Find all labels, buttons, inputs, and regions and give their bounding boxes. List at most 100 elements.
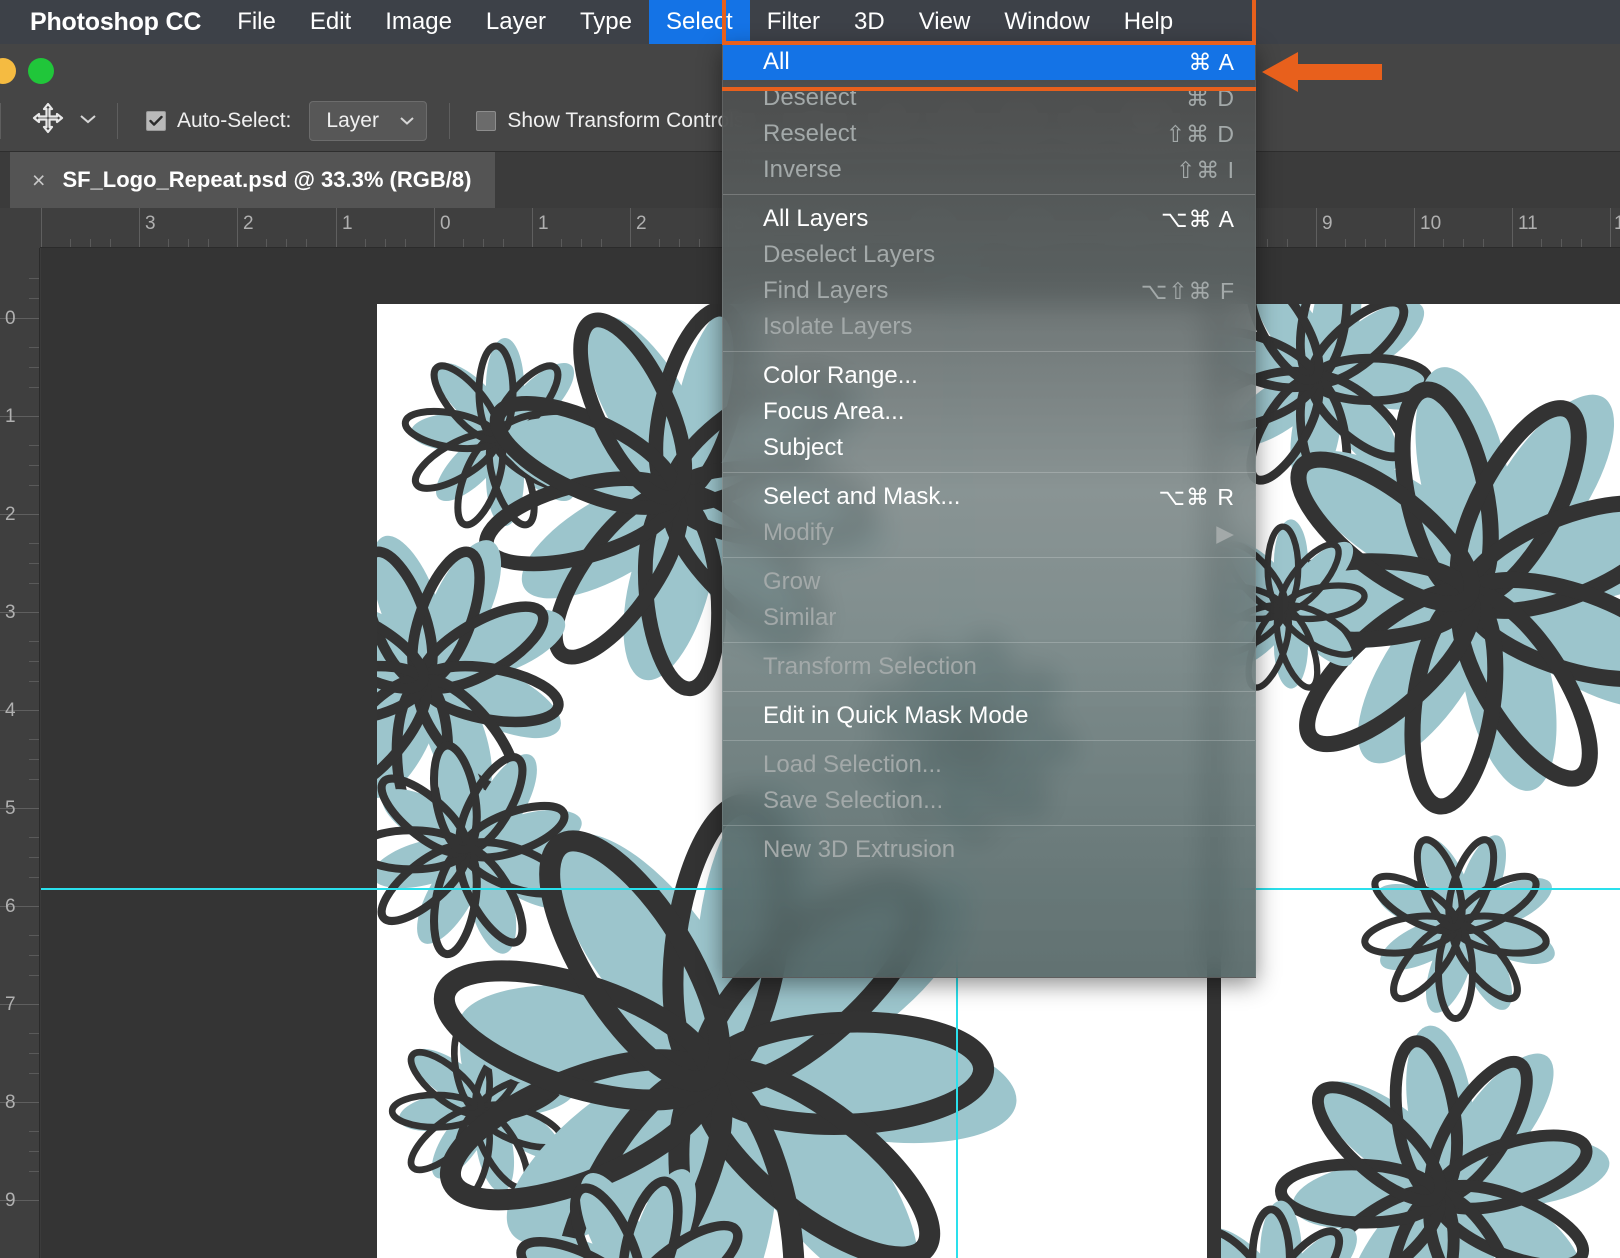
artboard-right[interactable] [1221,304,1620,1258]
ruler-label: 1 [538,213,549,234]
menu-item-label: Save Selection... [763,787,944,814]
menu-item-shortcut: ⌥⇧⌘ F [1140,277,1235,304]
menu-window[interactable]: Window [987,0,1106,44]
menu-separator [723,472,1255,473]
menu-item-isolate-layers: Isolate Layers [723,309,1255,345]
menu-item-label: Find Layers [763,277,889,304]
menu-item-grow: Grow [723,564,1255,600]
submenu-arrow-icon: ▶ [1216,519,1235,546]
ruler-label: 12 [1614,213,1620,235]
menu-edit[interactable]: Edit [293,0,368,44]
ruler-label: 2 [636,213,647,234]
menu-file[interactable]: File [220,0,293,44]
menu-item-label: Isolate Layers [763,313,913,340]
show-transform-checkbox[interactable] [476,110,497,131]
ruler-label: 4 [5,700,16,721]
menu-separator [723,740,1255,741]
ruler-label: 8 [5,1092,16,1113]
menu-item-new-3d-extrusion: New 3D Extrusion [723,832,1255,868]
menu-layer[interactable]: Layer [469,0,563,44]
menu-3d[interactable]: 3D [837,0,902,44]
menu-item-similar: Similar [723,600,1255,636]
menu-item-all[interactable]: All ⌘ A [723,44,1255,80]
ruler-corner [0,208,40,248]
show-transform-controls-control[interactable]: Show Transform Controls [476,109,744,133]
ruler-label: 3 [145,213,156,234]
ruler-label: 3 [5,602,16,623]
select-menu-dropdown[interactable]: All ⌘ A Deselect ⌘ D Reselect ⇧⌘ D Inverse ⇧⌘ I… [722,44,1256,978]
menu-item-select-and-mask[interactable]: Select and Mask... ⌥⌘ R [723,479,1255,515]
menu-separator [723,642,1255,643]
ruler-label: 2 [5,504,16,525]
menu-item-save-selection: Save Selection... [723,783,1255,819]
menu-image[interactable]: Image [368,0,469,44]
menu-item-label: Load Selection... [763,751,942,778]
menu-item-label: Similar [763,604,837,631]
menu-item-shortcut: ⇧⌘ D [1165,120,1235,147]
menu-item-focus-area[interactable]: Focus Area... [723,394,1255,430]
menu-item-shortcut: ⌘ A [1188,48,1235,75]
annotation-arrow-icon [1262,50,1382,99]
ruler-label: 9 [5,1190,16,1211]
auto-select-value: Layer [326,108,379,132]
menu-item-label: All Layers [763,205,869,232]
menu-item-label: New 3D Extrusion [763,836,956,863]
ruler-label: 1 [342,213,353,234]
auto-select-control[interactable]: Auto-Select: [146,109,291,133]
menu-item-deselect-layers: Deselect Layers [723,237,1255,273]
menu-item-label: Inverse [763,156,842,183]
ruler-label: 10 [1420,213,1442,234]
menu-item-all-layers[interactable]: All Layers ⌥⌘ A [723,201,1255,237]
photoshop-window: 3 2 1 0 1 2 3 4 5 6 7 8 9 10 11 12 0 1 2… [0,0,1620,1258]
menu-item-label: Grow [763,568,821,595]
menu-item-label: Color Range... [763,362,918,389]
document-tab-title: SF_Logo_Repeat.psd @ 33.3% (RGB/8) [62,167,472,192]
menu-item-transform-selection: Transform Selection [723,649,1255,685]
menu-separator [723,194,1255,195]
ruler-label: 11 [1518,213,1538,234]
move-tool-icon[interactable] [31,101,65,140]
menu-separator [723,557,1255,558]
menu-item-shortcut: ⇧⌘ I [1175,156,1235,183]
menu-item-label: Subject [763,434,844,461]
menu-filter[interactable]: Filter [750,0,837,44]
chevron-down-icon[interactable] [79,112,97,130]
auto-select-label: Auto-Select: [177,108,292,132]
menu-separator [723,351,1255,352]
menu-separator [723,825,1255,826]
menu-item-find-layers: Find Layers ⌥⇧⌘ F [723,273,1255,309]
chevron-down-icon [400,117,415,125]
menu-type[interactable]: Type [563,0,649,44]
menu-item-edit-in-quick-mask-mode[interactable]: Edit in Quick Mask Mode [723,698,1255,734]
menu-item-label: Reselect [763,120,857,147]
menu-item-label: All [763,48,790,75]
close-icon[interactable]: × [32,168,45,192]
ruler-label: 9 [1322,213,1333,234]
auto-select-checkbox[interactable] [146,110,166,131]
ruler-label: 2 [243,213,254,234]
window-zoom-button[interactable] [28,58,54,84]
menu-item-subject[interactable]: Subject [723,430,1255,466]
menu-view[interactable]: View [902,0,988,44]
app-name: Photoshop CC [30,7,202,36]
menu-item-label: Focus Area... [763,398,905,425]
menu-select[interactable]: Select [649,0,750,44]
menu-bar: Photoshop CC File Edit Image Layer Type … [0,0,1620,44]
menu-item-shortcut: ⌥⌘ R [1158,483,1235,510]
ruler-label: 5 [5,798,16,819]
artwork-flowers-right [1221,304,1620,1258]
ruler-label: 0 [440,213,451,234]
menu-item-label: Edit in Quick Mask Mode [763,702,1029,729]
menu-help[interactable]: Help [1107,0,1190,44]
menu-item-load-selection: Load Selection... [723,747,1255,783]
menu-separator [723,691,1255,692]
auto-select-dropdown[interactable]: Layer [309,100,428,141]
document-tab[interactable]: × SF_Logo_Repeat.psd @ 33.3% (RGB/8) [10,152,497,208]
menu-item-color-range[interactable]: Color Range... [723,358,1255,394]
menu-item-label: Select and Mask... [763,483,961,510]
menu-item-reselect: Reselect ⇧⌘ D [723,116,1255,152]
menu-item-deselect: Deselect ⌘ D [723,80,1255,116]
menu-item-label: Modify [763,519,834,546]
ruler-vertical[interactable]: 0 1 2 3 4 5 6 7 8 9 [0,248,40,1258]
ruler-label: 6 [5,896,16,917]
